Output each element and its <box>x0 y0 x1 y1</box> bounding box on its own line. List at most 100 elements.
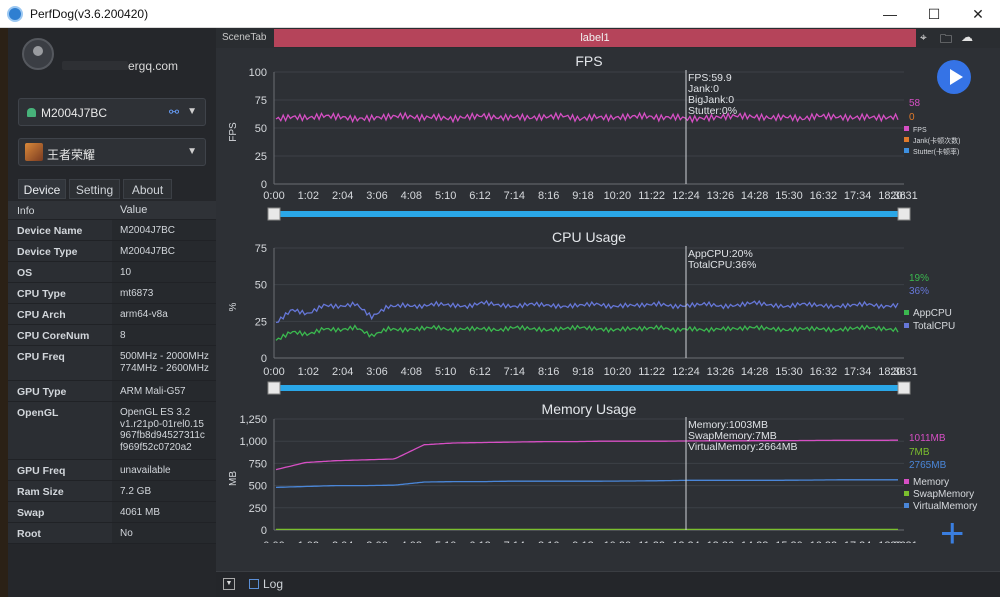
table-row: Ram Size 7.2 GB <box>8 481 216 502</box>
legend-swatch <box>904 323 909 328</box>
info-key: Swap <box>17 507 45 519</box>
x-tick-label: 11:22 <box>638 540 665 543</box>
info-value: 10 <box>120 267 132 278</box>
log-label: Log <box>263 577 284 591</box>
x-tick-label: 9:18 <box>572 540 593 543</box>
chart-title: CPU Usage <box>552 229 626 245</box>
x-tick-label: 10:20 <box>604 190 632 202</box>
close-button[interactable]: ✕ <box>956 0 1000 28</box>
perfdog-logo-icon <box>7 6 23 22</box>
info-value: ARM Mali-G57 <box>120 386 186 397</box>
chart-title: Memory Usage <box>542 401 637 417</box>
maximize-button[interactable]: ☐ <box>912 0 956 28</box>
x-tick-label: 6:12 <box>469 190 490 202</box>
tab-bar: Device Setting About <box>18 179 216 199</box>
device-select-value: M2004J7BC <box>41 106 108 120</box>
x-tick-label: 3:06 <box>366 540 387 543</box>
x-tick-label: 2:04 <box>332 366 353 378</box>
info-value: 500MHz - 2000MHz 774MHz - 2600MHz <box>120 351 209 374</box>
footer-bar: ▼ Log <box>216 571 1000 597</box>
legend-swatch <box>904 310 909 315</box>
current-value: 36% <box>909 286 929 297</box>
info-key: Device Name <box>17 225 83 237</box>
info-key: CPU Freq <box>17 351 65 363</box>
x-tick-label: 0:00 <box>263 366 284 378</box>
time-range-slider[interactable] <box>274 211 904 217</box>
tab-device[interactable]: Device <box>18 179 66 199</box>
x-tick-label: 17:34 <box>844 540 872 543</box>
charts-area: FPS FPS 0 25 50 75 100 0:00 1:02 2:04 3:06 4:08 5:10… <box>228 53 977 543</box>
info-key: Root <box>17 528 41 540</box>
device-select[interactable]: M2004J7BC ⚯ ▼ <box>18 98 206 126</box>
info-value: OpenGL ES 3.2 v1.r21p0-01rel0.15 967fb8d… <box>120 407 205 453</box>
avatar[interactable] <box>22 38 54 70</box>
current-value: 19% <box>909 273 929 284</box>
slider-left-handle[interactable] <box>267 381 281 395</box>
log-checkbox[interactable] <box>249 579 259 589</box>
x-tick-label: 2:04 <box>332 540 353 543</box>
legend-label: Jank(卡顿次数) <box>913 136 960 145</box>
x-tick-label: 1:02 <box>298 190 319 202</box>
chevron-down-icon: ▼ <box>187 106 197 117</box>
x-tick-label: 5:10 <box>435 366 456 378</box>
x-tick-label: 9:18 <box>572 190 593 202</box>
table-header: Info Value <box>8 201 216 220</box>
y-tick-label: 1,000 <box>239 436 267 448</box>
y-tick-label: 500 <box>249 481 267 493</box>
slider-left-handle[interactable] <box>267 207 281 221</box>
x-tick-label: 16:32 <box>810 190 838 202</box>
x-tick-label: 6:12 <box>469 366 490 378</box>
info-key: GPU Type <box>17 386 67 398</box>
x-tick-label: 7:14 <box>504 366 525 378</box>
x-tick-label: 20:31 <box>890 190 918 202</box>
table-row: CPU Freq 500MHz - 2000MHz 774MHz - 2600MH… <box>8 346 216 381</box>
slider-right-handle[interactable] <box>897 381 911 395</box>
slider-right-handle[interactable] <box>897 207 911 221</box>
y-axis-label: FPS <box>228 122 239 142</box>
chart-title: FPS <box>575 53 602 69</box>
legend-label: VirtualMemory <box>913 501 977 512</box>
y-axis-label: % <box>228 302 239 311</box>
x-tick-label: 5:10 <box>435 190 456 202</box>
x-tick-label: 6:12 <box>469 540 490 543</box>
x-tick-label: 15:30 <box>775 366 803 378</box>
x-tick-label: 8:16 <box>538 190 559 202</box>
app-select-value: 王者荣耀 <box>47 148 96 162</box>
x-tick-label: 20:31 <box>890 540 918 543</box>
info-key: CPU Type <box>17 288 66 300</box>
legend-swatch <box>904 137 909 142</box>
tab-setting[interactable]: Setting <box>69 179 120 199</box>
current-value: 58 <box>909 98 921 109</box>
x-tick-label: 15:30 <box>775 540 803 543</box>
current-value: 2765MB <box>909 460 947 471</box>
x-tick-label: 5:10 <box>435 540 456 543</box>
column-header-info: Info <box>17 205 35 217</box>
x-tick-label: 1:02 <box>298 366 319 378</box>
background-strip <box>0 28 8 597</box>
x-tick-label: 3:06 <box>366 366 387 378</box>
app-select[interactable]: 王者荣耀 ▼ <box>18 138 206 166</box>
window-title: PerfDog(v3.6.200420) <box>30 7 149 21</box>
table-row: Root No <box>8 523 216 544</box>
time-range-slider[interactable] <box>274 385 904 391</box>
x-tick-label: 14:28 <box>741 366 769 378</box>
series-line-fps <box>275 111 899 124</box>
link-icon[interactable]: ⚯ <box>169 105 179 119</box>
info-key: GPU Freq <box>17 465 66 477</box>
x-tick-label: 0:00 <box>263 540 284 543</box>
y-tick-label: 50 <box>255 280 267 292</box>
legend-label: TotalCPU <box>913 321 955 332</box>
tab-about[interactable]: About <box>123 179 172 199</box>
series-line-memory <box>275 439 898 471</box>
y-tick-label: 250 <box>249 503 267 515</box>
minimize-button[interactable]: — <box>868 0 912 28</box>
current-value: 1011MB <box>909 433 946 444</box>
dropdown-toggle-icon[interactable]: ▼ <box>223 578 235 590</box>
info-value: No <box>120 528 133 539</box>
cursor-readout: TotalCPU:36% <box>688 259 756 271</box>
y-tick-label: 750 <box>249 458 267 470</box>
x-tick-label: 17:34 <box>844 190 872 202</box>
info-key: CPU Arch <box>17 309 66 321</box>
y-tick-label: 0 <box>261 353 267 365</box>
table-row: CPU CoreNum 8 <box>8 325 216 346</box>
